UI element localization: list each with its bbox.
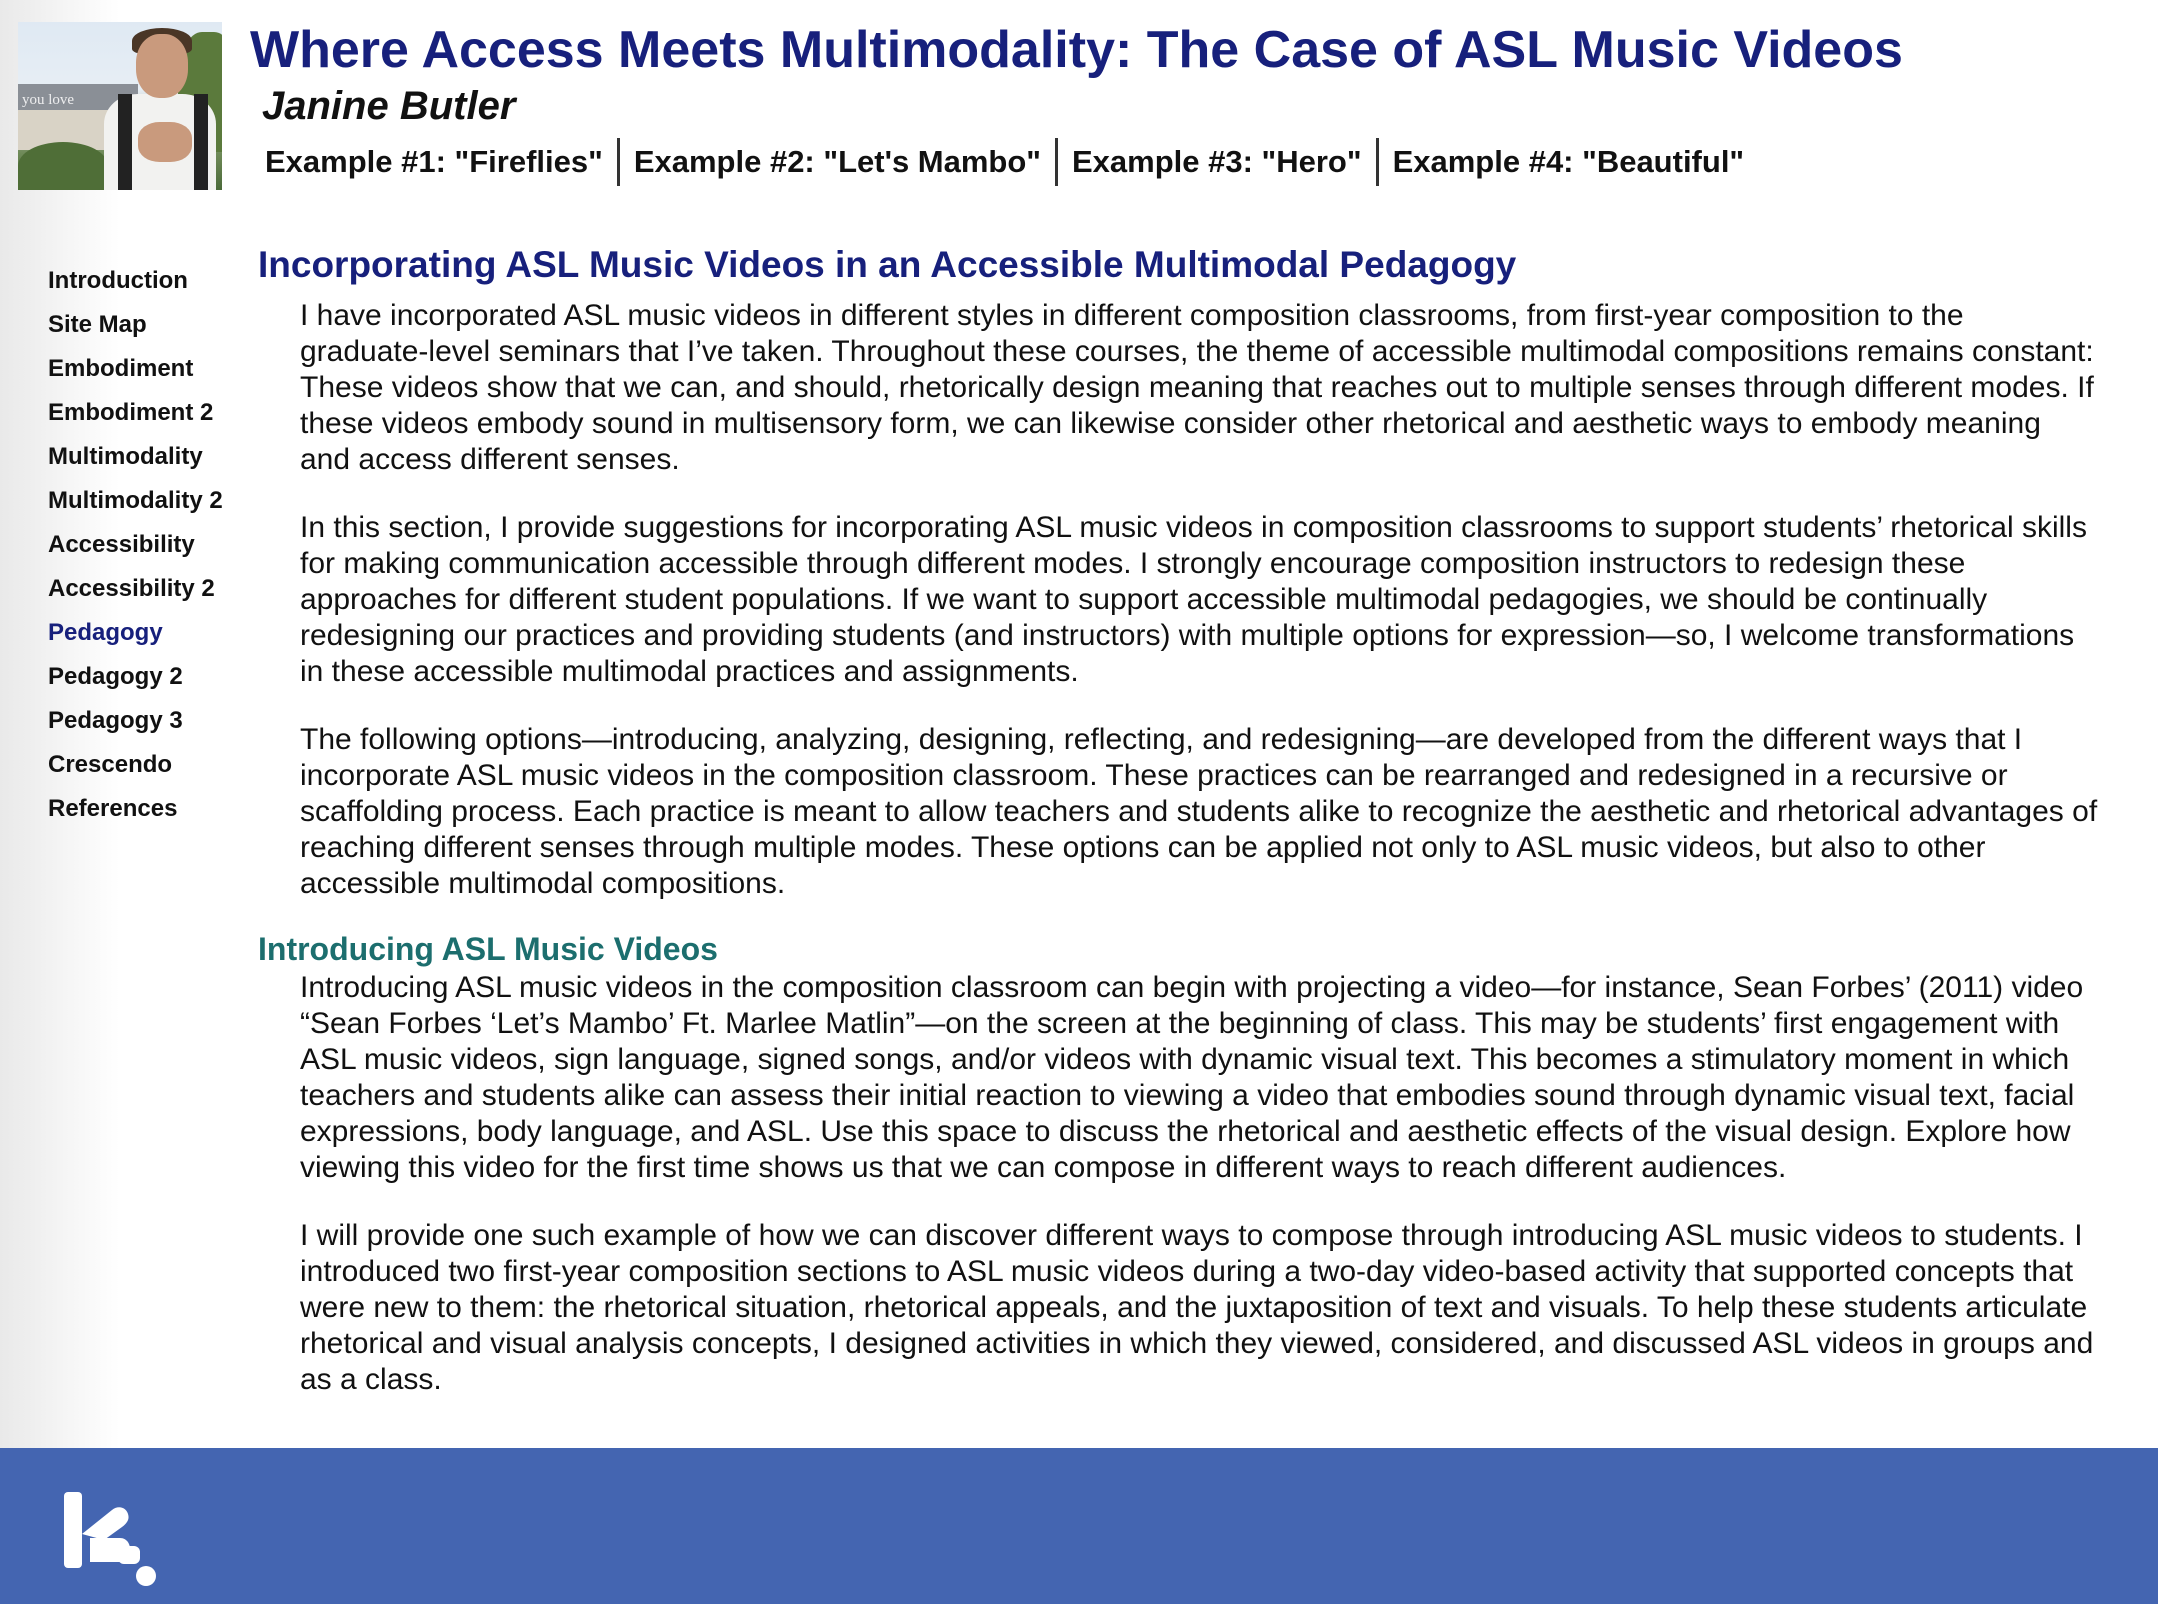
sidebar-item-crescendo[interactable]: Crescendo bbox=[48, 751, 172, 778]
subsection: Introducing ASL Music Videos Introducing… bbox=[258, 928, 2098, 1398]
sidebar-item-embodiment[interactable]: Embodiment bbox=[48, 355, 193, 382]
thumbnail-hands bbox=[138, 122, 192, 162]
thumbnail-caption: you love bbox=[22, 92, 75, 108]
main-content: Incorporating ASL Music Videos in an Acc… bbox=[258, 240, 2098, 1430]
sidebar-item-site-map[interactable]: Site Map bbox=[48, 311, 147, 338]
body-paragraph: In this section, I provide suggestions f… bbox=[300, 511, 2087, 688]
thumbnail-bush bbox=[18, 142, 108, 190]
body-paragraph: I have incorporated ASL music videos in … bbox=[300, 299, 2094, 476]
sidebar-item: Multimodality bbox=[48, 440, 223, 484]
body-paragraph: The following options—introducing, analy… bbox=[300, 723, 2098, 900]
sidebar-item: Accessibility bbox=[48, 528, 223, 572]
sidebar-item-embodiment-2[interactable]: Embodiment 2 bbox=[48, 399, 213, 426]
video-thumbnail[interactable]: you love bbox=[18, 22, 222, 190]
body-paragraph: Introducing ASL music videos in the comp… bbox=[300, 971, 2084, 1184]
thumbnail-strap bbox=[194, 94, 208, 190]
kairos-logo-icon[interactable] bbox=[60, 1488, 160, 1588]
example-link-fireflies[interactable]: Example #1: "Fireflies" bbox=[265, 140, 617, 184]
sidebar-item: Crescendo bbox=[48, 748, 223, 792]
subsection-title: Introducing ASL Music Videos bbox=[258, 931, 718, 967]
sidebar-item-multimodality-2[interactable]: Multimodality 2 bbox=[48, 487, 223, 514]
footer-bar bbox=[0, 1448, 2158, 1604]
sidebar-item: Site Map bbox=[48, 308, 223, 352]
author-name: Janine Butler bbox=[262, 84, 516, 128]
example-link-beautiful[interactable]: Example #4: "Beautiful" bbox=[1379, 140, 1759, 184]
sidebar-item-accessibility[interactable]: Accessibility bbox=[48, 531, 195, 558]
sidebar-item: Introduction bbox=[48, 264, 223, 308]
sidebar-item-pedagogy-2[interactable]: Pedagogy 2 bbox=[48, 663, 183, 690]
example-link-lets-mambo[interactable]: Example #2: "Let's Mambo" bbox=[620, 140, 1055, 184]
sidebar-item-references[interactable]: References bbox=[48, 795, 177, 822]
example-link-hero[interactable]: Example #3: "Hero" bbox=[1058, 140, 1376, 184]
sidebar-item: Multimodality 2 bbox=[48, 484, 223, 528]
sidebar-item-multimodality[interactable]: Multimodality bbox=[48, 443, 203, 470]
sidebar-item: Embodiment 2 bbox=[48, 396, 223, 440]
sidebar-item: Pedagogy 3 bbox=[48, 704, 223, 748]
section-title: Incorporating ASL Music Videos in an Acc… bbox=[258, 244, 1517, 285]
sidebar-item-pedagogy-3[interactable]: Pedagogy 3 bbox=[48, 707, 183, 734]
examples-nav: Example #1: "Fireflies" Example #2: "Let… bbox=[265, 138, 1758, 186]
sidebar-item-introduction[interactable]: Introduction bbox=[48, 267, 188, 294]
sidebar-item: Pedagogy bbox=[48, 616, 223, 660]
sidebar-item: References bbox=[48, 792, 223, 836]
site-title[interactable]: Where Access Meets Multimodality: The Ca… bbox=[250, 20, 1903, 80]
sidebar-nav: Introduction Site Map Embodiment Embodim… bbox=[48, 264, 223, 836]
thumbnail-strap bbox=[118, 94, 132, 190]
body-paragraph: I will provide one such example of how w… bbox=[300, 1219, 2094, 1396]
sidebar-item: Embodiment bbox=[48, 352, 223, 396]
sidebar-item-accessibility-2[interactable]: Accessibility 2 bbox=[48, 575, 215, 602]
thumbnail-head bbox=[136, 34, 188, 98]
sidebar-item: Pedagogy 2 bbox=[48, 660, 223, 704]
sidebar-item: Accessibility 2 bbox=[48, 572, 223, 616]
sidebar-item-pedagogy[interactable]: Pedagogy bbox=[48, 619, 163, 646]
